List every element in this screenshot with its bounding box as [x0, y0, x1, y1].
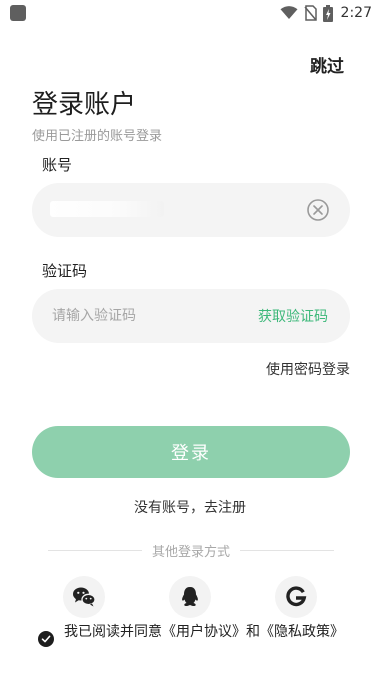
clear-circle-icon[interactable]: [306, 198, 330, 222]
check-icon: [41, 635, 51, 643]
wechat-icon: [73, 587, 96, 607]
agreement-text[interactable]: 我已阅读并同意《用户协议》和《隐私政策》: [64, 623, 364, 641]
wifi-icon: [280, 6, 298, 19]
wechat-login-button[interactable]: [63, 576, 105, 618]
no-sim-icon: [303, 5, 317, 21]
masked-account-value: [50, 201, 164, 217]
page-subtitle: 使用已注册的账号登录: [32, 129, 163, 144]
agreement-checkbox[interactable]: [38, 631, 54, 647]
login-button[interactable]: 登录: [32, 426, 350, 478]
other-login-label: 其他登录方式: [152, 544, 231, 560]
divider-line-right: [240, 549, 335, 551]
notification-icon: [10, 5, 26, 21]
google-icon: [286, 586, 307, 607]
account-label: 账号: [42, 156, 73, 174]
divider-line-left: [48, 549, 142, 551]
battery-charging-icon: [322, 4, 333, 22]
google-login-button[interactable]: [275, 576, 317, 618]
code-field[interactable]: 获取验证码: [32, 289, 350, 343]
code-input[interactable]: [52, 305, 242, 327]
code-label: 验证码: [42, 262, 88, 280]
account-field[interactable]: [32, 183, 350, 237]
skip-button[interactable]: 跳过: [310, 52, 344, 77]
status-time: 2:27: [340, 5, 372, 21]
get-code-button[interactable]: 获取验证码: [258, 306, 328, 326]
qq-icon: [182, 587, 198, 607]
status-icons: 2:27: [280, 4, 372, 22]
register-link[interactable]: 没有账号，去注册: [0, 497, 380, 517]
qq-login-button[interactable]: [169, 576, 211, 618]
page-title: 登录账户: [32, 90, 137, 120]
other-login-divider: 其他登录方式: [48, 541, 335, 560]
status-bar: 2:27: [0, 0, 380, 26]
password-login-link[interactable]: 使用密码登录: [266, 359, 350, 379]
